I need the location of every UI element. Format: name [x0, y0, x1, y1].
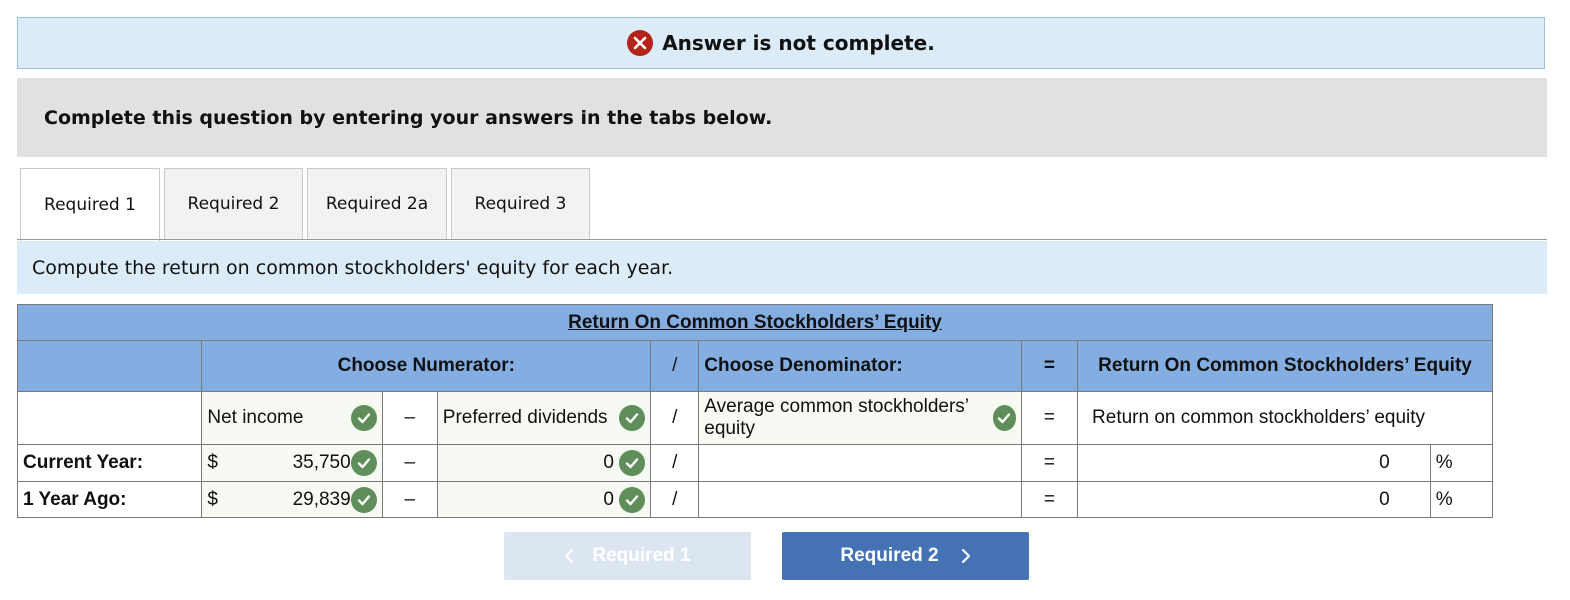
numerator-2-value: Preferred dividends: [442, 407, 608, 428]
check-icon: [350, 450, 377, 476]
percent-sign: %: [1429, 444, 1494, 482]
check-icon: [619, 450, 646, 476]
denominator-header: Choose Denominator:: [698, 340, 1022, 392]
net-income-value: 29,839: [292, 488, 351, 510]
numerator-1-value: Net income: [207, 407, 304, 428]
minus-sign: –: [381, 444, 438, 482]
header-equals: =: [1020, 340, 1079, 392]
denominator-input[interactable]: [698, 481, 1022, 518]
net-income-value: 35,750: [292, 452, 351, 473]
tab-required-3[interactable]: Required 3: [451, 168, 590, 240]
tab-required-2[interactable]: Required 2: [164, 168, 303, 240]
header-slash: /: [650, 340, 700, 392]
tab-required-2a[interactable]: Required 2a: [307, 168, 447, 240]
result-header: Return On Common Stockholders’ Equity: [1077, 340, 1493, 392]
next-button-label: Required 2: [840, 545, 939, 566]
slash-sign: /: [650, 391, 700, 445]
preferred-value: 0: [603, 452, 614, 474]
label-blank: [16, 391, 203, 445]
slash-sign: /: [650, 481, 700, 518]
tab-required-1[interactable]: Required 1: [20, 168, 160, 241]
slash-sign: /: [650, 444, 700, 482]
row-label: 1 Year Ago:: [16, 481, 203, 518]
status-banner: Answer is not complete.: [17, 17, 1545, 69]
banner-text: Answer is not complete.: [662, 31, 935, 55]
table-row: 1 Year Ago: $ 29,839 – 0 / = 0 %: [16, 481, 1494, 518]
check-icon: [350, 405, 377, 431]
prev-button-label: Required 1: [592, 545, 691, 566]
currency-symbol: $: [207, 452, 218, 473]
percent-sign: %: [1429, 481, 1494, 518]
denominator-value: Average common stockholders’ equity: [704, 396, 969, 439]
equals-sign: =: [1020, 391, 1079, 445]
error-x-icon: [627, 30, 654, 56]
minus-sign: –: [381, 391, 438, 445]
numerator-select-1[interactable]: Net income: [201, 391, 383, 445]
chevron-right-icon: [961, 548, 971, 564]
question-text: Compute the return on common stockholder…: [17, 241, 1547, 294]
preferred-dividends-input[interactable]: 0: [436, 481, 652, 518]
denominator-input[interactable]: [698, 444, 1022, 482]
row-label: Current Year:: [16, 444, 203, 482]
denominator-select[interactable]: Average common stockholders’ equity: [698, 391, 1022, 445]
preferred-dividends-input[interactable]: 0: [436, 444, 652, 482]
equals-sign: =: [1020, 444, 1079, 482]
instruction-box: Complete this question by entering your …: [17, 78, 1547, 157]
table-row: Current Year: $ 35,750 – 0 / = 0 %: [16, 444, 1494, 482]
check-icon: [619, 405, 646, 431]
table-title: Return On Common Stockholders’ Equity: [17, 304, 1493, 341]
minus-sign: –: [381, 481, 438, 518]
tab-bar: Required 1 Required 2 Required 2a Requir…: [20, 168, 594, 241]
numerator-header: Choose Numerator:: [201, 340, 652, 392]
preferred-value: 0: [603, 488, 614, 510]
chevron-left-icon: [564, 548, 574, 564]
header-blank: [16, 340, 203, 392]
result-label: Return on common stockholders’ equity: [1077, 391, 1493, 445]
tab-divider: [17, 239, 1547, 240]
result-value[interactable]: 0: [1077, 481, 1431, 518]
question-label: Compute the return on common stockholder…: [32, 256, 674, 279]
roe-table: Return On Common Stockholders’ Equity Ch…: [16, 304, 1494, 518]
numerator-select-2[interactable]: Preferred dividends: [436, 391, 652, 445]
result-value[interactable]: 0: [1077, 444, 1431, 482]
equals-sign: =: [1020, 481, 1079, 518]
prev-required-button[interactable]: Required 1: [504, 532, 751, 580]
instruction-text: Complete this question by entering your …: [44, 106, 773, 129]
net-income-input[interactable]: $ 29,839: [201, 481, 383, 518]
net-income-input[interactable]: $ 35,750: [201, 444, 383, 482]
check-icon: [619, 486, 646, 513]
check-icon: [350, 486, 377, 513]
check-icon: [992, 405, 1016, 431]
currency-symbol: $: [207, 488, 218, 510]
next-required-button[interactable]: Required 2: [782, 532, 1029, 580]
